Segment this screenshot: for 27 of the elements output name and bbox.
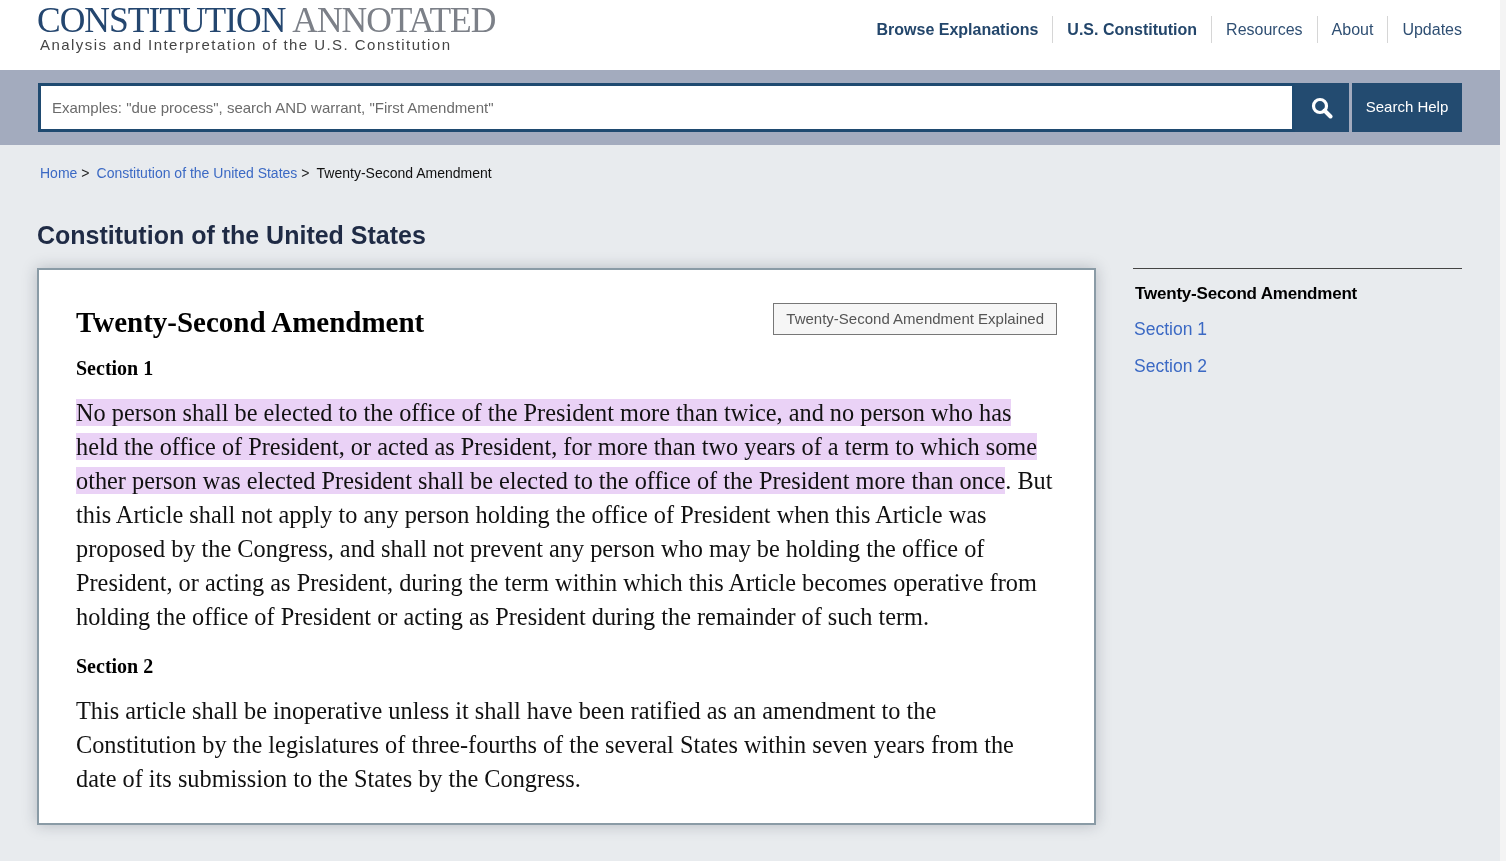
amendment-text: This article shall be inoperative unless it shall have been ratified as an amendment to the Constitution by the legislatures of three-fourths of the several States within seven years from the date of its submission to the States by the Congress.: [76, 695, 1015, 794]
logo-wordmark[interactable]: CONSTITUTION: [37, 3, 286, 39]
breadcrumb-current: Twenty-Second Amendment: [316, 164, 492, 183]
breadcrumb-separator: >: [301, 164, 310, 183]
nav-link[interactable]: Browse Explanations: [862, 17, 1053, 42]
search-button[interactable]: [1295, 83, 1349, 132]
section-heading: Section 2: [76, 653, 155, 679]
amendment-title: Twenty-Second Amendment: [76, 305, 425, 341]
nav-link[interactable]: U.S. Constitution: [1053, 17, 1212, 42]
breadcrumb-link[interactable]: Home: [40, 163, 78, 184]
search-field[interactable]: Examples: "due process", search AND warrant, "First Amendment": [38, 83, 1295, 132]
page-heading: Constitution of the United States: [37, 220, 427, 251]
nav-link[interactable]: About: [1317, 17, 1388, 42]
sidebar-link[interactable]: Section 2: [1133, 353, 1207, 380]
logo-wordmark[interactable]: ANNOTATED: [292, 3, 496, 39]
breadcrumb-separator: >: [81, 164, 90, 183]
sidebar-heading: Twenty-Second Amendment: [1134, 283, 1359, 306]
section-heading: Section 1: [76, 355, 155, 381]
search-icon: [1311, 96, 1333, 119]
nav-link[interactable]: Updates: [1388, 17, 1462, 42]
sidebar-link[interactable]: Section 1: [1133, 315, 1207, 342]
search-help-button[interactable]: Search Help: [1352, 83, 1462, 132]
explained-button[interactable]: Twenty-Second Amendment Explained: [773, 303, 1057, 336]
nav-link[interactable]: Resources: [1212, 17, 1317, 42]
breadcrumb-link[interactable]: Constitution of the United States: [96, 163, 298, 184]
amendment-text: No person shall be elected to the office of the President more than twice, and no person who has held the office of President, or acted as President, for more than two years of a term to which some other person was elected President shall be elected to the office of the President more than once. But this Article shall not apply to any person holding the office of President when this Article was proposed by the Congress, and shall not prevent any person who may be holding the office of President, or acting as President, during the term within which this Article becomes operative from holding the office of President or acting as President during the remainder of such term.: [76, 397, 1054, 632]
logo-tagline: Analysis and Interpretation of the U.S. Constitution: [40, 36, 453, 52]
